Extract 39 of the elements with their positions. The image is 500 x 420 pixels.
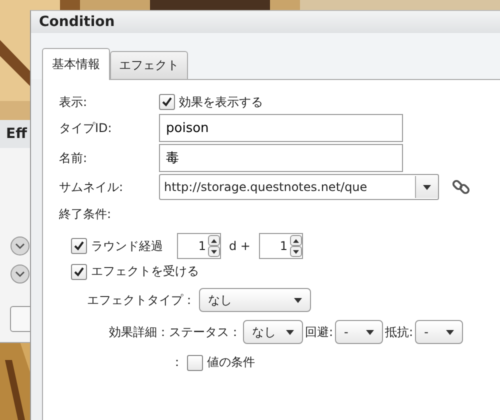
field-label: 効果詳細：ステータス： (109, 324, 241, 340)
tab[interactable]: 基本情報 (42, 48, 110, 80)
checkbox-label: 効果を表示する (179, 94, 263, 110)
caret-icon (366, 330, 374, 334)
checkbox[interactable] (71, 264, 87, 280)
chevron-icon[interactable] (10, 264, 30, 284)
field-label: 回避: (305, 324, 334, 340)
window-title: Condition (39, 14, 115, 30)
number-spinner[interactable]: 1 (258, 233, 302, 259)
caret-icon (446, 330, 454, 334)
chevron-icon[interactable] (10, 236, 30, 256)
field-label: 抵抗: (385, 324, 414, 340)
field-label: 表示: (59, 94, 88, 110)
checkbox-label: ラウンド経過 (91, 238, 164, 254)
link-icon[interactable] (451, 177, 471, 197)
field-label: タイプID: (59, 120, 113, 136)
input-field[interactable]: poison (159, 114, 403, 142)
tab[interactable]: エフェクト (110, 51, 188, 79)
dropdown[interactable]: - (415, 320, 464, 344)
field-label: エフェクトタイプ： (87, 292, 195, 308)
dropdown[interactable]: なし (243, 320, 303, 344)
field-label: サムネイル: (59, 178, 124, 196)
checkbox-label: エフェクトを受ける (91, 263, 199, 280)
dropdown[interactable]: - (335, 320, 384, 344)
caret-icon (423, 184, 431, 190)
checkbox-label: 値の条件 (207, 354, 255, 371)
caret-icon (286, 330, 294, 334)
dropdown[interactable]: なし (199, 288, 311, 312)
field-label: 名前: (59, 150, 88, 166)
checkbox[interactable] (187, 354, 203, 370)
dice-label: d + (229, 239, 250, 253)
input-field[interactable]: 毒 (159, 144, 403, 172)
checkbox[interactable] (71, 238, 87, 254)
section-label: 終了条件: (59, 206, 112, 223)
url-combo-box[interactable]: http://storage.questnotes.net/que (159, 174, 439, 200)
field-label: ： (171, 354, 183, 371)
checkbox[interactable] (159, 94, 175, 110)
number-spinner[interactable]: 1 (177, 233, 221, 259)
caret-icon (294, 298, 302, 302)
